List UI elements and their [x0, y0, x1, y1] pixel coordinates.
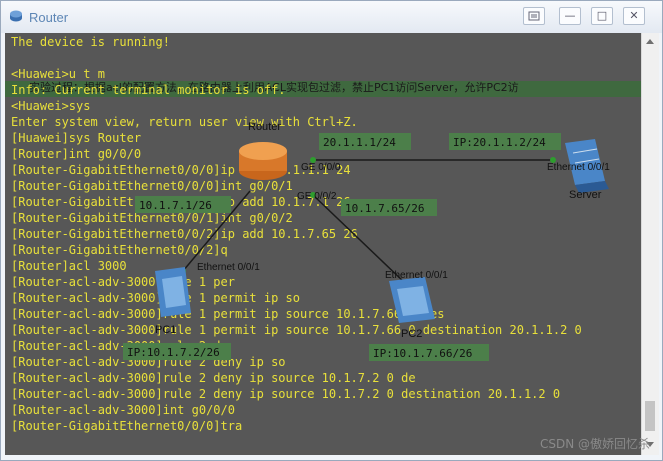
close-icon: ✕	[629, 9, 639, 22]
terminal-line: [Router]acl 3000	[11, 259, 127, 273]
terminal-line: [Router-acl-adv-3000]rule 1 permit ip so…	[11, 307, 445, 321]
terminal-line: [Router-acl-adv-3000]rule 1 permit ip so…	[11, 323, 582, 337]
terminal-line: [Router-acl-adv-3000]rule 2 deny ip so	[11, 355, 286, 369]
restore-button[interactable]	[523, 7, 545, 25]
terminal-line: The device is running!	[11, 35, 170, 49]
terminal-line: [Router-acl-adv-3000]int g0/0/0	[11, 403, 235, 417]
terminal-output[interactable]: 实验过程：根据acl的配置方法，在路由器上利用ACL实现包过滤，禁止PC1访问S…	[5, 33, 641, 455]
vertical-scrollbar[interactable]	[641, 33, 659, 455]
router-console-window: Router — □ ✕ 实验过程：根据acl的配置方法，在路由器上利用ACL实…	[0, 0, 663, 461]
router-app-icon	[10, 10, 22, 22]
terminal-line: [Router-acl-adv-3000]rule 2 de	[11, 339, 228, 353]
terminal-line: [Router-GigabitEthernet0/0/0]tra	[11, 419, 243, 433]
terminal-line: [Router-acl-adv-3000]rule 2 deny ip sour…	[11, 371, 416, 385]
watermark-text: CSDN @傲娇回忆杀	[539, 437, 650, 451]
terminal-line: [Router-GigabitEthernet0/0/0]ip add 20.1…	[11, 163, 351, 177]
scroll-thumb[interactable]	[645, 401, 655, 431]
terminal-line: [Router-acl-adv-3000]rule 1 per	[11, 275, 235, 289]
terminal-line: [Router-GigabitEthernet0/0/2]ip add 10.1…	[11, 227, 358, 241]
terminal-line: [Router-GigabitEthernet0/0/1]ip add 10.1…	[11, 195, 351, 209]
terminal-line: [Router-GigabitEthernet0/0/2]q	[11, 243, 228, 257]
terminal-line: [Router]int g0/0/0	[11, 147, 142, 161]
terminal-line: Enter system view, return user view with…	[11, 115, 358, 129]
maximize-button[interactable]: □	[591, 7, 613, 25]
terminal-line: [Huawei]sys Router	[11, 131, 142, 145]
terminal-line: [Router-acl-adv-3000]rule 1 permit ip so	[11, 291, 300, 305]
terminal-line: <Huawei>u t m	[11, 67, 105, 81]
terminal-line: [Router-GigabitEthernet0/0/0]int g0/0/1	[11, 179, 293, 193]
maximize-icon: □	[596, 9, 608, 22]
terminal-line: <Huawei>sys	[11, 99, 91, 113]
terminal-line: [Router-GigabitEthernet0/0/1]int g0/0/2	[11, 211, 293, 225]
terminal-line: [Router-acl-adv-3000]rule 2 deny ip sour…	[11, 387, 561, 401]
minimize-icon: —	[564, 9, 576, 22]
title-bar[interactable]: Router — □ ✕	[1, 1, 662, 33]
window-title: Router	[29, 10, 69, 25]
scroll-up-icon[interactable]	[646, 39, 654, 44]
restore-icon	[528, 11, 540, 21]
minimize-button[interactable]: —	[559, 7, 581, 25]
close-button[interactable]: ✕	[623, 7, 645, 25]
terminal-line: Info: Current terminal monitor is off.	[11, 83, 286, 97]
